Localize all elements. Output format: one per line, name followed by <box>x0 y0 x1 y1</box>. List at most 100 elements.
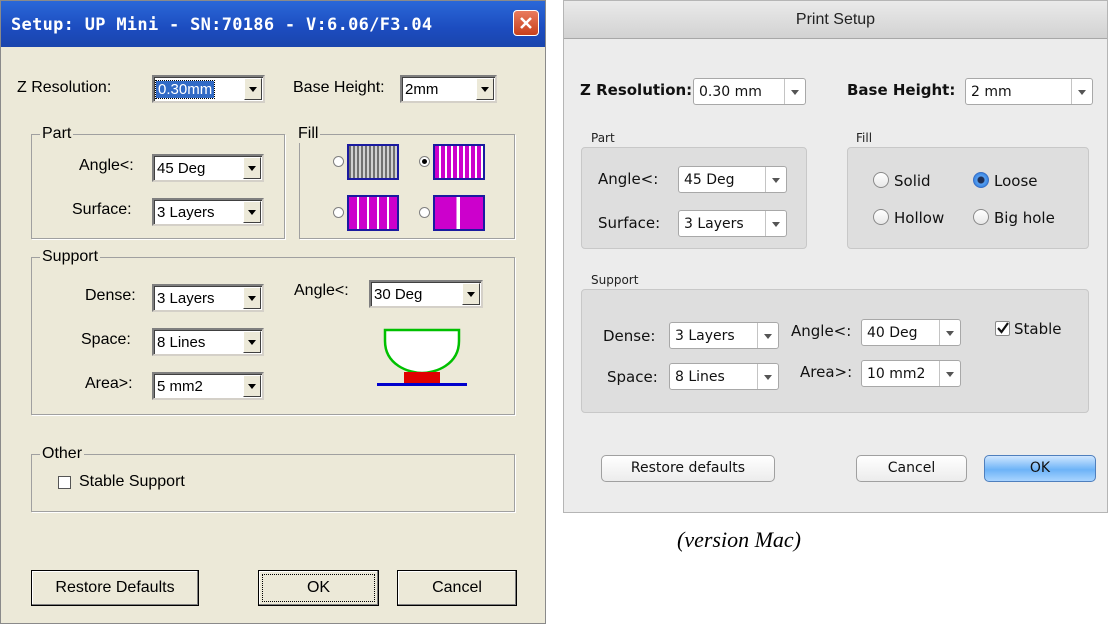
mac-z-resolution-select[interactable]: 0.30 mm <box>693 78 806 105</box>
chevron-down-icon[interactable] <box>462 283 480 305</box>
mac-part-surface-select[interactable]: 3 Layers <box>678 210 787 237</box>
chevron-down-icon[interactable] <box>243 201 261 223</box>
mac-support-angle-value: 40 Deg <box>867 325 918 341</box>
fill-hollow-pattern-icon[interactable] <box>347 195 399 231</box>
mac-part-title: Part <box>591 131 615 145</box>
mac-part-surface-value: 3 Layers <box>684 216 744 232</box>
chevron-down-icon[interactable] <box>765 211 786 236</box>
mac-support-space-label: Space: <box>607 368 658 386</box>
mac-fill-solid-radio[interactable] <box>873 172 889 188</box>
base-height-select[interactable]: 2mm <box>400 75 497 103</box>
part-surface-select[interactable]: 3 Layers <box>152 198 264 226</box>
mac-base-height-value: 2 mm <box>971 84 1012 100</box>
chevron-down-icon[interactable] <box>939 320 960 345</box>
cancel-button[interactable]: Cancel <box>397 570 517 606</box>
mac-fill-hollow-radio[interactable] <box>873 209 889 225</box>
mac-support-title: Support <box>591 273 639 287</box>
support-angle-select[interactable]: 30 Deg <box>369 280 483 308</box>
close-icon <box>520 17 532 29</box>
close-button[interactable] <box>513 10 539 36</box>
chevron-down-icon[interactable] <box>757 323 778 348</box>
caption: (version Mac) <box>677 527 802 552</box>
chevron-down-icon[interactable] <box>243 331 261 353</box>
mac-fill-big-hole-radio[interactable] <box>973 209 989 225</box>
part-angle-select[interactable]: 45 Deg <box>152 154 264 182</box>
mac-fill-loose-radio[interactable] <box>973 172 989 188</box>
chevron-down-icon[interactable] <box>765 167 786 192</box>
mac-part-surface-label: Surface: <box>598 214 661 232</box>
ok-button[interactable]: OK <box>258 570 379 606</box>
mac-fill-solid-label: Solid <box>894 172 931 190</box>
support-space-value: 8 Lines <box>157 334 206 351</box>
mac-base-height-label: Base Height: <box>847 81 956 99</box>
stable-support-label: Stable Support <box>79 473 185 490</box>
mac-support-box <box>581 289 1089 413</box>
support-space-label: Space: <box>81 331 131 348</box>
part-surface-value: 3 Layers <box>157 204 215 221</box>
chevron-down-icon[interactable] <box>243 157 261 179</box>
chevron-down-icon[interactable] <box>757 364 778 389</box>
fill-group-title: Fill <box>296 125 321 143</box>
chevron-down-icon[interactable] <box>1071 79 1092 104</box>
mac-ok-button[interactable]: OK <box>984 455 1096 482</box>
support-dense-label: Dense: <box>85 287 136 304</box>
support-space-select[interactable]: 8 Lines <box>152 328 264 356</box>
chevron-down-icon[interactable] <box>939 361 960 386</box>
z-resolution-select[interactable]: 0.30mm <box>152 75 265 103</box>
fill-option-radio-2[interactable] <box>419 156 430 167</box>
mac-support-area-value: 10 mm2 <box>867 366 926 382</box>
part-angle-label: Angle<: <box>79 157 134 174</box>
mac-base-height-select[interactable]: 2 mm <box>965 78 1093 105</box>
support-area-value: 5 mm2 <box>157 378 203 395</box>
chevron-down-icon[interactable] <box>784 79 805 104</box>
mac-fill-box <box>847 147 1089 249</box>
fill-option-radio-4[interactable] <box>419 207 430 218</box>
mac-support-dense-select[interactable]: 3 Layers <box>669 322 779 349</box>
chevron-down-icon[interactable] <box>476 78 494 100</box>
windows-title-bar[interactable]: Setup: UP Mini - SN:70186 - V:6.06/F3.04 <box>1 1 545 47</box>
mac-part-angle-select[interactable]: 45 Deg <box>678 166 787 193</box>
mac-fill-loose-label: Loose <box>994 172 1038 190</box>
mac-support-space-select[interactable]: 8 Lines <box>669 363 779 390</box>
fill-big-hole-pattern-icon[interactable] <box>433 195 485 231</box>
mac-restore-defaults-button[interactable]: Restore defaults <box>601 455 775 482</box>
support-angle-label: Angle<: <box>294 282 349 299</box>
mac-cancel-button[interactable]: Cancel <box>856 455 967 482</box>
stable-support-checkbox[interactable] <box>58 476 71 489</box>
mac-fill-title: Fill <box>856 131 873 145</box>
z-resolution-label: Z Resolution: <box>17 79 112 96</box>
fill-loose-pattern-icon[interactable] <box>433 144 485 180</box>
mac-stable-label: Stable <box>1014 320 1062 338</box>
support-dense-select[interactable]: 3 Layers <box>152 284 264 312</box>
mac-support-dense-value: 3 Layers <box>675 328 735 344</box>
mac-dialog-title: Print Setup <box>795 11 876 28</box>
z-resolution-value: 0.30mm <box>154 80 216 99</box>
fill-solid-pattern-icon[interactable] <box>347 144 399 180</box>
mac-stable-checkbox[interactable] <box>995 321 1010 336</box>
mac-support-area-select[interactable]: 10 mm2 <box>861 360 961 387</box>
chevron-down-icon[interactable] <box>244 78 262 100</box>
other-group-title: Other <box>40 445 85 463</box>
restore-defaults-button[interactable]: Restore Defaults <box>31 570 199 606</box>
windows-dialog-title: Setup: UP Mini - SN:70186 - V:6.06/F3.04 <box>11 15 433 35</box>
part-angle-value: 45 Deg <box>157 160 206 177</box>
mac-print-setup-dialog: Print Setup Z Resolution: 0.30 mm Base H… <box>563 0 1108 513</box>
mac-title-bar[interactable]: Print Setup <box>564 1 1107 39</box>
support-dense-value: 3 Layers <box>157 290 215 307</box>
base-height-value: 2mm <box>405 81 439 98</box>
mac-z-resolution-value: 0.30 mm <box>699 84 762 100</box>
fill-option-radio-1[interactable] <box>333 156 344 167</box>
chevron-down-icon[interactable] <box>243 375 261 397</box>
support-preview-icon <box>377 328 467 386</box>
support-area-label: Area>: <box>85 375 133 392</box>
support-group-title: Support <box>40 248 101 266</box>
mac-support-space-value: 8 Lines <box>675 369 725 385</box>
mac-support-angle-label: Angle<: <box>791 322 852 340</box>
mac-fill-big-hole-label: Big hole <box>994 209 1055 227</box>
part-group-title: Part <box>40 125 74 143</box>
mac-support-angle-select[interactable]: 40 Deg <box>861 319 961 346</box>
fill-option-radio-3[interactable] <box>333 207 344 218</box>
support-area-select[interactable]: 5 mm2 <box>152 372 264 400</box>
mac-support-area-label: Area>: <box>800 363 853 381</box>
chevron-down-icon[interactable] <box>243 287 261 309</box>
